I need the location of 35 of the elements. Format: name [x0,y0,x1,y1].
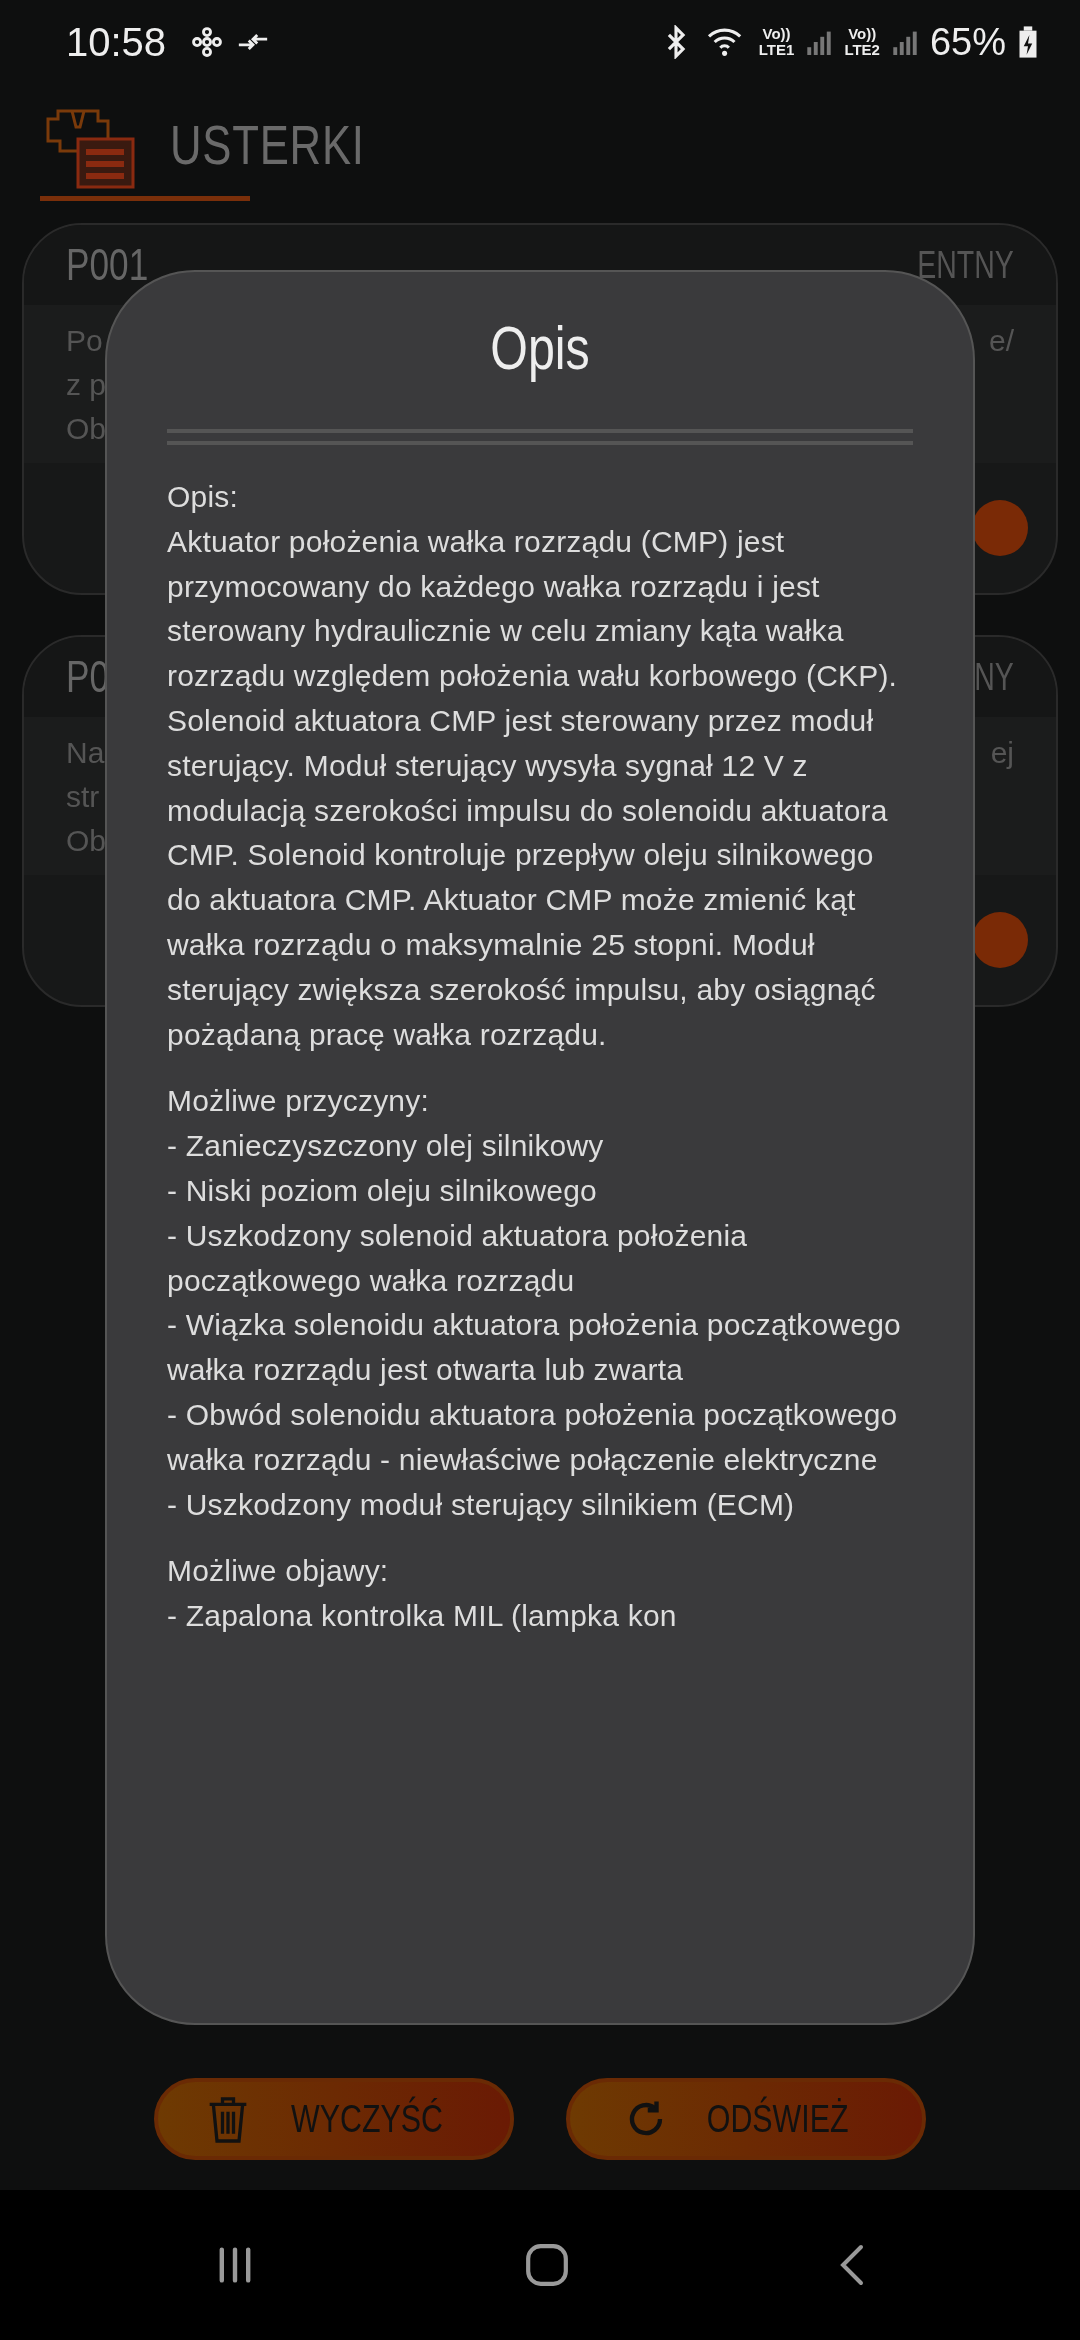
description-text: - Zapalona kontrolka MIL (lampka kon [167,1598,678,1635]
action-button[interactable]: ODŚWIEŻ [566,2078,926,2160]
fault-status: ENTNY [917,243,1014,287]
info-button[interactable] [972,912,1028,968]
action-button[interactable]: WYCZYŚĆ [154,2078,514,2160]
network-label: Vo)) LTE2 [844,26,880,58]
description-text: - Uszkodzony moduł sterujący silnikiem (ECM) [167,1486,796,1523]
section-heading: Możliwe objawy: [167,1553,390,1590]
fault-code: P001 [66,240,149,290]
fault-description: Na [66,735,106,771]
fault-description: ej [990,735,1014,771]
description-text: - Niski poziom oleju silnikowego [167,1172,598,1209]
fault-description: Ob [66,411,107,447]
fault-description: e/ [988,323,1014,359]
fault-description: str [66,779,101,815]
description-text: - Uszkodzony solenoid aktuatora położenia początkowego wałka rozrządu [167,1217,749,1299]
section-heading: Możliwe przyczyny: [167,1083,430,1120]
clock: 10:58 [66,19,167,65]
battery-percent: 65% [929,20,1006,64]
description-text: - Obwód solenoidu aktuatora położenia początkowego wałka rozrządu - niewłaściwe połączenie elektryczne [167,1396,899,1478]
fan-icon [190,25,225,59]
fault-status: NY [974,655,1014,699]
description-text: - Wiązka solenoidu aktuatora położenia początkowego wałka rozrządu jest otwarta lub zwarta [167,1307,902,1389]
fault-description: Po [66,323,104,359]
network-label: Vo)) LTE1 [758,26,795,58]
fault-description: Ob [66,823,107,859]
description-text: Aktuator położenia wałka rozrządu (CMP) jest przymocowany do każdego wałka rozrządu i jest sterowany hydraulicznie w celu zmiany kąta wałka rozrządu względem położenia wału korbowego (CKP). Solenoid aktuatora CMP jest sterowany przez moduł sterujący. Moduł sterujący wysyła sygnał 12 V z modulacją szerokości impulsu do solenoidu aktuatora CMP. Solenoid kontroluje przepływ oleju silnikowego do aktuatora CMP. Aktuator CMP może zmienić kąt wałka rozrządu o maksymalnie 25 stopni. Moduł sterujący zwiększa szerokość impulsu, aby osiągnąć pożądaną pracę wałka rozrządu. [167,523,899,1053]
battery-charging-icon [1018,25,1038,59]
home-icon[interactable] [524,2242,570,2288]
page-title: USTERKI [170,111,365,177]
dialog-title: Opis [489,312,591,383]
description-text: - Zanieczyszczony olej silnikowy [167,1128,605,1165]
fault-description: z p [66,367,107,403]
info-button[interactable] [972,500,1028,556]
section-heading: Opis: [167,479,240,515]
